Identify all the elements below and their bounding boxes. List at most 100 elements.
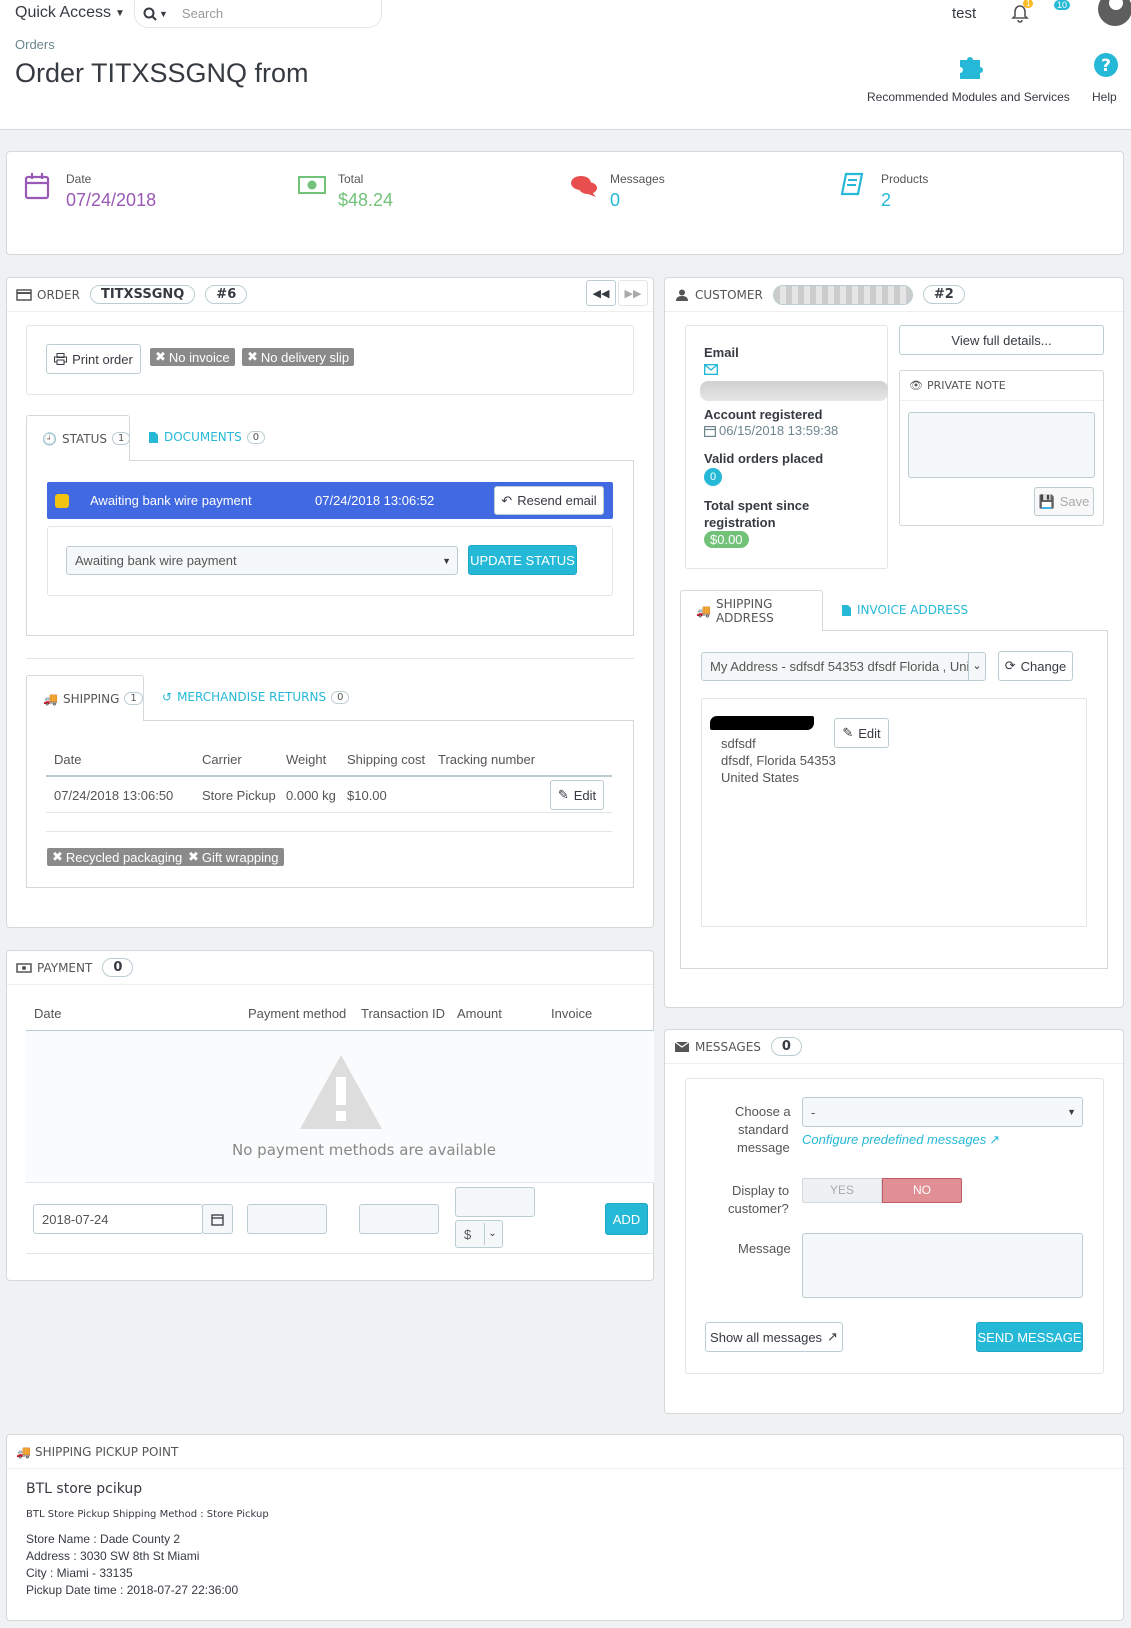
edit-address-button[interactable]: ✎ Edit — [834, 718, 889, 748]
choose-message-label-3: message — [737, 1140, 790, 1155]
column-header: Transaction ID — [361, 1006, 446, 1021]
caret-down-icon: ▼ — [442, 555, 451, 566]
message-label: Message — [738, 1241, 791, 1256]
current-status-label: Awaiting bank wire payment — [90, 493, 252, 508]
display-toggle-no[interactable]: NO — [882, 1178, 962, 1203]
tab-status[interactable]: 🕘 STATUS 1 — [26, 415, 131, 461]
send-message-button[interactable]: SEND MESSAGE — [976, 1322, 1083, 1352]
page-title: Order TITXSSGNQ from — [15, 58, 309, 88]
envelope-icon — [674, 1040, 690, 1052]
times-icon: ✖ — [188, 849, 199, 864]
standard-message-select[interactable]: - ▼ — [802, 1097, 1083, 1127]
date-picker-button[interactable] — [202, 1204, 233, 1234]
payment-panel-header: PAYMENT 0 — [7, 951, 653, 985]
chevron-down-icon: ⌄ — [968, 653, 985, 680]
gift-wrapping-badge: ✖ Gift wrapping — [183, 848, 284, 866]
payment-date-input[interactable]: 2018-07-24 — [33, 1204, 203, 1234]
tab-shipping-address[interactable]: 🚚 SHIPPING ADDRESS — [680, 590, 823, 631]
times-icon: ✖ — [52, 849, 63, 864]
notifications-button[interactable]: 1 — [1010, 0, 1034, 24]
choose-message-label-1: Choose a — [735, 1104, 791, 1119]
search-bar[interactable]: ▼ Search — [134, 0, 382, 28]
print-order-button[interactable]: Print order — [46, 344, 141, 374]
user-icon — [676, 289, 688, 301]
column-header: Shipping cost — [347, 752, 426, 767]
divider — [46, 831, 612, 832]
pencil-icon: ✎ — [557, 787, 569, 802]
tab-documents[interactable]: DOCUMENTS 0 — [148, 430, 266, 444]
help-button[interactable]: ? Help — [1090, 52, 1124, 106]
view-full-details-button[interactable]: View full details... — [899, 325, 1104, 355]
resend-email-button[interactable]: ↶ Resend email — [494, 486, 604, 515]
backward-icon: ◀◀ — [592, 287, 610, 300]
kpi-total: Total $48.24 — [298, 170, 498, 220]
notification-count-badge: 1 — [1023, 0, 1034, 8]
forward-icon: ▶▶ — [624, 287, 642, 300]
transaction-id-input[interactable] — [359, 1204, 439, 1234]
registered-date-row: 06/15/2018 13:59:38 — [704, 423, 838, 438]
currency-select[interactable]: $ ⌄ — [455, 1220, 503, 1248]
pickup-store: Store Name : Dade County 2 — [26, 1532, 181, 1546]
messages-count-badge: 0 — [770, 1037, 802, 1056]
display-to-customer-label-2: customer? — [728, 1201, 789, 1216]
edit-shipping-button[interactable]: ✎ Edit — [550, 780, 604, 810]
next-order-button[interactable]: ▶▶ — [618, 280, 648, 306]
external-link-icon: ↗ — [827, 1329, 838, 1344]
kpi-messages: Messages 0 — [570, 170, 770, 220]
kpi-products: Products 2 — [840, 170, 1040, 220]
address-line-1: sdfsdf — [721, 736, 756, 751]
recommended-modules-button[interactable]: Recommended Modules and Services — [860, 50, 1080, 106]
column-header: Amount — [457, 1006, 502, 1021]
account-registered-label: Account registered — [704, 407, 823, 422]
save-note-button[interactable]: 💾 Save — [1034, 487, 1094, 516]
caret-down-icon: ▼ — [159, 8, 168, 19]
file-icon — [149, 431, 158, 443]
redacted-email — [700, 381, 888, 401]
customer-name-badge — [772, 284, 913, 305]
update-status-button[interactable]: UPDATE STATUS — [468, 545, 577, 575]
valid-orders-label: Valid orders placed — [704, 451, 824, 466]
shipping-carrier: Store Pickup — [202, 788, 276, 803]
customer-id-badge: #2 — [922, 285, 965, 304]
order-id-badge: #6 — [205, 285, 248, 304]
pickup-panel-header: 🚚 SHIPPING PICKUP POINT — [7, 1435, 1123, 1469]
show-all-messages-button[interactable]: Show all messages ↗ — [705, 1322, 843, 1352]
money-icon — [16, 962, 32, 973]
quick-access-menu[interactable]: Quick Access ▼ — [15, 4, 125, 22]
pickup-method: BTL Store Pickup Shipping Method : Store… — [26, 1509, 269, 1520]
private-note-textarea[interactable] — [908, 412, 1095, 478]
display-toggle-yes[interactable]: YES — [802, 1178, 882, 1203]
column-header: Date — [34, 1006, 62, 1021]
change-address-button[interactable]: ⟳ Change — [998, 651, 1073, 681]
search-input[interactable]: Search — [182, 6, 223, 21]
reply-icon: ↶ — [501, 492, 513, 508]
eye-slash-icon: 👁 — [909, 379, 923, 392]
breadcrumb[interactable]: Orders — [15, 37, 55, 52]
previous-order-button[interactable]: ◀◀ — [586, 280, 616, 306]
configure-predefined-messages-link[interactable]: Configure predefined messages ↗ — [802, 1132, 1000, 1148]
pickup-address: Address : 3030 SW 8th St Miami — [26, 1549, 200, 1563]
column-header: Tracking number — [438, 752, 536, 767]
envelope-icon[interactable] — [704, 364, 718, 375]
truck-icon: 🚚 — [43, 691, 58, 706]
amount-input[interactable] — [455, 1187, 535, 1217]
recycled-packaging-badge: ✖ Recycled packaging — [47, 848, 188, 866]
caret-down-icon: ▼ — [1067, 1107, 1076, 1117]
valid-orders-count-badge: 0 — [704, 468, 722, 486]
tab-shipping[interactable]: 🚚 SHIPPING 1 — [26, 675, 144, 721]
message-textarea[interactable] — [802, 1233, 1083, 1298]
divider — [26, 1253, 654, 1254]
times-icon: ✖ — [155, 349, 166, 364]
order-status-select[interactable]: Awaiting bank wire payment ▼ — [66, 546, 458, 575]
warning-icon — [300, 1055, 382, 1129]
add-payment-button[interactable]: ADD — [605, 1203, 648, 1235]
shipping-address-select[interactable]: My Address - sdfsdf 54353 dfsdf Florida … — [701, 652, 986, 681]
messages-counter[interactable]: 10 — [1050, 0, 1080, 24]
tab-invoice-address[interactable]: INVOICE ADDRESS — [841, 603, 968, 617]
counter-badge: 10 — [1054, 0, 1071, 10]
user-name[interactable]: test — [952, 5, 976, 22]
payment-method-input[interactable] — [247, 1204, 327, 1234]
no-invoice-badge: ✖ No invoice — [150, 348, 235, 366]
pencil-icon: ✎ — [842, 725, 854, 740]
tab-merchandise-returns[interactable]: ↺ MERCHANDISE RETURNS 0 — [162, 690, 350, 704]
